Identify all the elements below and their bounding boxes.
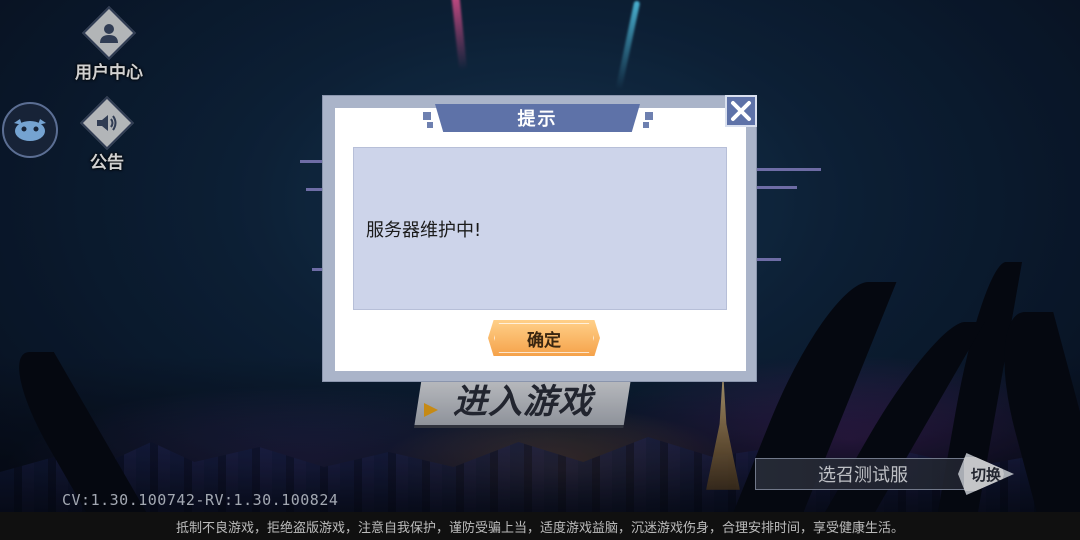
pixel-deco [427, 122, 433, 128]
pixel-deco [643, 122, 649, 128]
dialog-message: 服务器维护中! [366, 220, 482, 241]
close-button[interactable] [725, 95, 757, 127]
confirm-label: 确定 [527, 330, 561, 351]
dialog-title: 提示 [435, 104, 640, 132]
pixel-deco [645, 112, 653, 120]
close-icon [731, 101, 751, 121]
glitch-line [757, 168, 821, 171]
glitch-line [757, 258, 781, 261]
pixel-deco [423, 112, 431, 120]
confirm-button[interactable]: 确定 [488, 320, 600, 356]
glitch-line [757, 186, 797, 189]
dialog-title-text: 提示 [517, 109, 558, 130]
